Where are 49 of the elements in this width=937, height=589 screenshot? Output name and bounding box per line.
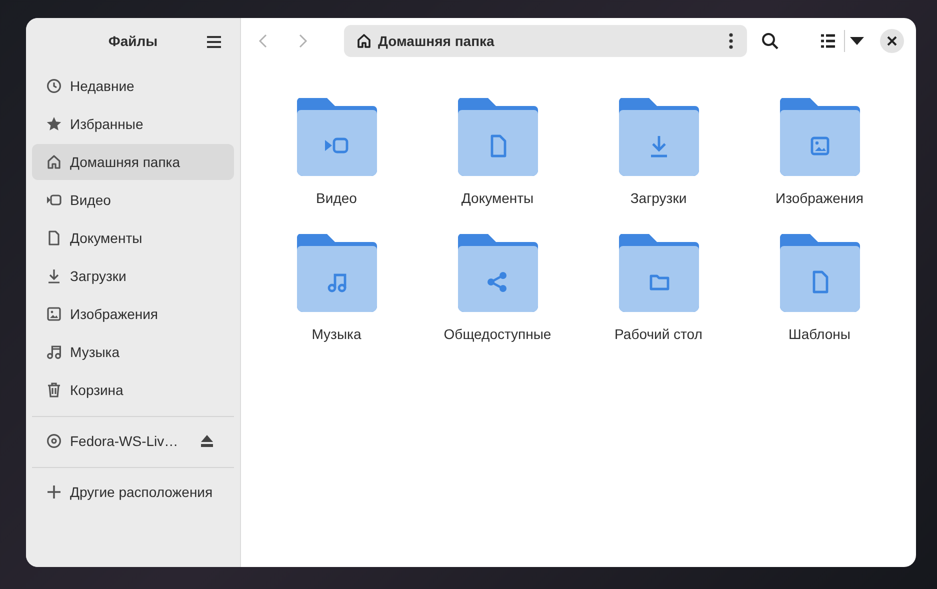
video-camera-icon xyxy=(46,192,62,208)
close-icon xyxy=(887,36,897,46)
window-title: Файлы xyxy=(108,33,158,49)
sidebar-item[interactable]: Избранные xyxy=(32,106,234,142)
folder-name[interactable]: Музыка xyxy=(312,326,362,342)
document-icon xyxy=(46,230,62,246)
trash-icon xyxy=(46,382,62,398)
close-button[interactable] xyxy=(880,29,904,53)
disc-icon xyxy=(46,433,62,449)
path-bar[interactable]: Домашняя папка xyxy=(344,25,747,57)
folder-name[interactable]: Документы xyxy=(461,190,534,206)
caret-icon xyxy=(850,37,864,45)
image-icon xyxy=(46,306,62,322)
sidebar-item[interactable]: Корзина xyxy=(32,372,234,408)
sidebar-item[interactable]: Домашняя папка xyxy=(32,144,234,180)
sidebar-item[interactable]: Видео xyxy=(32,182,234,218)
folder-name[interactable]: Рабочий стол xyxy=(614,326,702,342)
folder-name[interactable]: Шаблоны xyxy=(788,326,850,342)
share-folder-icon[interactable] xyxy=(458,232,538,312)
sidebar-item[interactable]: Изображения xyxy=(32,296,234,332)
search-icon xyxy=(761,32,779,50)
music-note-folder-icon[interactable] xyxy=(296,232,376,312)
path-label: Домашняя папка xyxy=(378,33,496,49)
sidebar-item[interactable]: Другие расположения xyxy=(32,474,234,510)
sidebar-item[interactable]: Загрузки xyxy=(32,258,234,294)
sidebar-item[interactable]: Документы xyxy=(32,220,234,256)
folder-name[interactable]: Загрузки xyxy=(630,190,687,206)
home-icon xyxy=(356,33,372,49)
image-folder-icon[interactable] xyxy=(780,96,860,176)
plus-icon xyxy=(46,484,62,500)
music-note-icon xyxy=(46,344,62,360)
video-camera-folder-icon[interactable] xyxy=(296,96,376,176)
download-folder-icon[interactable] xyxy=(618,96,698,176)
folder-name[interactable]: Изображения xyxy=(776,190,864,206)
menu-icon xyxy=(206,34,222,50)
home-icon xyxy=(46,154,62,170)
folder-name[interactable]: Общедоступные xyxy=(444,326,552,342)
download-icon xyxy=(46,268,62,284)
folder-name[interactable]: Видео xyxy=(316,190,357,206)
list-icon xyxy=(820,33,836,49)
folder-folder-icon[interactable] xyxy=(618,232,698,312)
more-options-icon[interactable] xyxy=(729,33,733,49)
sidebar-item[interactable]: Недавние xyxy=(32,68,234,104)
star-icon xyxy=(46,116,62,132)
eject-icon[interactable] xyxy=(200,435,214,447)
sidebar-item[interactable]: Fedora-WS-Liv… xyxy=(32,423,234,459)
sidebar-item[interactable]: Музыка xyxy=(32,334,234,370)
clock-icon xyxy=(46,78,62,94)
document-folder-icon[interactable] xyxy=(458,96,538,176)
